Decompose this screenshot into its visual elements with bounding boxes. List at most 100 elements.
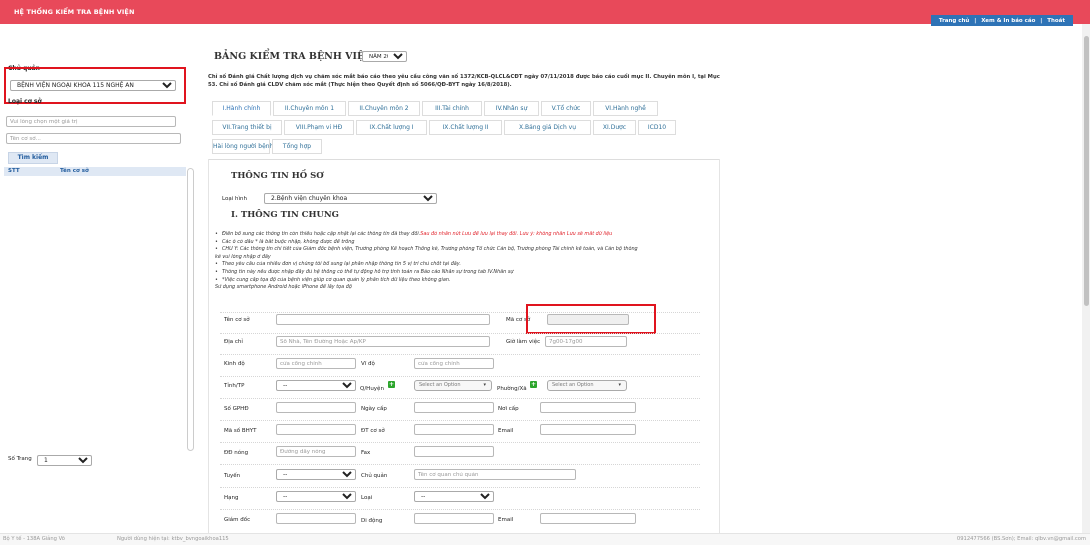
tab-chuyen-mon-1[interactable]: II.Chuyên môn 1	[273, 101, 346, 116]
add-district-icon[interactable]: +	[388, 381, 395, 388]
row-divider	[220, 354, 700, 355]
footer: Bộ Y tế - 138A Giảng Võ Người dùng hiện …	[0, 533, 1090, 545]
page-scrollbar-thumb[interactable]	[1084, 36, 1089, 306]
license-no-field[interactable]	[276, 402, 356, 413]
hotline-field[interactable]	[276, 446, 356, 457]
facility-list-scrollbar[interactable]	[187, 168, 194, 451]
header-stt: STT	[8, 168, 20, 174]
longitude-field[interactable]	[276, 358, 356, 369]
working-hours-label: Giờ làm việc	[506, 339, 541, 345]
ward-label: Phường/Xã	[497, 386, 527, 392]
tab-hai-long-nguoi-benh[interactable]: Hài lòng người bệnh	[212, 139, 273, 154]
row-divider	[220, 333, 700, 334]
tab-hanh-chinh[interactable]: I.Hành chính	[212, 101, 271, 116]
tab-duoc[interactable]: XI.Dược	[593, 120, 636, 135]
row-divider	[220, 398, 700, 399]
email-label: Email	[498, 428, 514, 434]
working-hours-field[interactable]	[545, 336, 627, 347]
facility-type-input[interactable]	[6, 116, 176, 127]
issue-date-field[interactable]	[414, 402, 494, 413]
note-item: Theo yêu cầu của nhiều đơn vị chúng tôi …	[215, 261, 720, 269]
row-divider	[220, 442, 700, 443]
top-navigation: Trang chủ | Xem & In báo cáo | Thoát	[931, 15, 1073, 26]
facility-name-field[interactable]	[276, 314, 490, 325]
latitude-label: Vĩ độ	[361, 361, 375, 367]
instruction-notes: Điền bổ sung các thông tin còn thiếu hoặ…	[215, 231, 720, 292]
latitude-field[interactable]	[414, 358, 494, 369]
owner-field[interactable]	[414, 469, 576, 480]
footer-address: Bộ Y tế - 138A Giảng Võ	[3, 536, 65, 542]
chevron-down-icon: ▾	[618, 382, 621, 388]
tab-chat-luong-2[interactable]: IX.Chất lượng II	[429, 120, 502, 135]
tab-trang-thiet-bi[interactable]: VII.Trang thiết bị	[212, 120, 282, 135]
phone-field[interactable]	[414, 424, 494, 435]
address-field[interactable]	[276, 336, 490, 347]
facility-name-input[interactable]	[6, 133, 181, 144]
row-divider	[220, 509, 700, 510]
email2-field[interactable]	[540, 513, 636, 524]
email-field[interactable]	[540, 424, 636, 435]
chevron-down-icon: ▾	[483, 382, 486, 388]
tab-nhan-su[interactable]: IV.Nhân sự	[484, 101, 539, 116]
type-label: Loại hình	[222, 196, 247, 202]
fax-field[interactable]	[414, 446, 494, 457]
page-title: BẢNG KIỂM TRA BỆNH VIỆN	[214, 51, 373, 62]
district-placeholder: Select an Option	[419, 382, 461, 388]
type-select[interactable]: 2.Bệnh viện chuyên khoa	[264, 193, 437, 204]
tab-tai-chinh[interactable]: III.Tài chính	[422, 101, 482, 116]
license-no-label: Số GPHĐ	[224, 406, 249, 412]
nav-view-print-link[interactable]: Xem & In báo cáo	[981, 18, 1035, 24]
top-bar: HỆ THỐNG KIỂM TRA BỆNH VIỆN	[0, 0, 1090, 24]
row-divider	[220, 464, 700, 465]
issue-place-field[interactable]	[540, 402, 636, 413]
note-item: CHÚ Ý: Các thông tin chi tiết của Giám đ…	[215, 246, 720, 254]
tab-to-chuc[interactable]: V.Tổ chức	[541, 101, 591, 116]
year-select[interactable]: NĂM 2024	[362, 51, 407, 62]
insurance-code-field[interactable]	[276, 424, 356, 435]
note-item: Các ô có dấu * là bắt buộc nhập, không đ…	[215, 239, 720, 247]
note-item: Điền bổ sung các thông tin còn thiếu hoặ…	[215, 231, 720, 239]
highlight-box-facility-code	[526, 304, 656, 334]
tab-chuyen-mon-2[interactable]: II.Chuyên môn 2	[348, 101, 420, 116]
note-item: Thông tin này nếu được nhập đầy đủ hệ th…	[215, 269, 720, 277]
tab-bang-gia-dich-vu[interactable]: X.Bảng giá Dịch vụ	[504, 120, 591, 135]
mobile-field[interactable]	[414, 513, 494, 524]
page-number-select[interactable]: 1	[37, 455, 92, 466]
nav-logout-link[interactable]: Thoát	[1047, 18, 1065, 24]
province-select[interactable]: --	[276, 380, 356, 391]
tab-hanh-nghe[interactable]: VI.Hành nghề	[593, 101, 658, 116]
row-divider	[220, 487, 700, 488]
note-item: *Việc cung cấp tọa độ của bệnh viện giúp…	[215, 277, 720, 285]
ward-select[interactable]: Select an Option ▾	[547, 380, 627, 391]
nav-home-link[interactable]: Trang chủ	[939, 18, 969, 24]
insurance-code-label: Mã số BHYT	[224, 428, 257, 434]
search-button[interactable]: Tìm kiếm	[8, 152, 58, 164]
issue-place-label: Nơi cấp	[498, 406, 519, 412]
tier-label: Tuyến	[224, 473, 241, 479]
row-divider	[220, 420, 700, 421]
hotline-label: ĐĐ nóng	[224, 450, 249, 456]
add-ward-icon[interactable]: +	[530, 381, 537, 388]
facility-table-header: STT Tên cơ sở	[4, 167, 186, 176]
profile-section-title: THÔNG TIN HỒ SƠ	[231, 171, 324, 181]
tier-select[interactable]: --	[276, 469, 356, 480]
tab-chat-luong-1[interactable]: IX.Chất lượng I	[356, 120, 427, 135]
district-select[interactable]: Select an Option ▾	[414, 380, 492, 391]
nav-separator: |	[1040, 17, 1043, 24]
email2-label: Email	[498, 517, 514, 523]
page-description: Chỉ số Đánh giá Chất lượng dịch vụ chăm …	[208, 74, 720, 88]
address-label: Địa chỉ	[224, 339, 243, 345]
owner-field-label: Chủ quản	[361, 473, 388, 479]
rank-label: Hạng	[224, 495, 239, 501]
note-item: Sử dụng smartphone Android hoặc iPhone đ…	[215, 284, 352, 291]
director-field[interactable]	[276, 513, 356, 524]
rank-select[interactable]: --	[276, 491, 356, 502]
note-item: kê vui lòng nhập ở đây	[215, 253, 271, 260]
category-select[interactable]: --	[414, 491, 494, 502]
tab-pham-vi-hd[interactable]: VIII.Phạm vi HĐ	[284, 120, 354, 135]
tab-tong-hop[interactable]: Tổng hợp	[272, 139, 322, 154]
mobile-label: Di động	[361, 518, 383, 524]
province-label: Tỉnh/TP	[224, 383, 245, 389]
tab-icd10[interactable]: ICD10	[638, 120, 676, 135]
facility-type-label: Loại cơ sở	[8, 98, 42, 105]
